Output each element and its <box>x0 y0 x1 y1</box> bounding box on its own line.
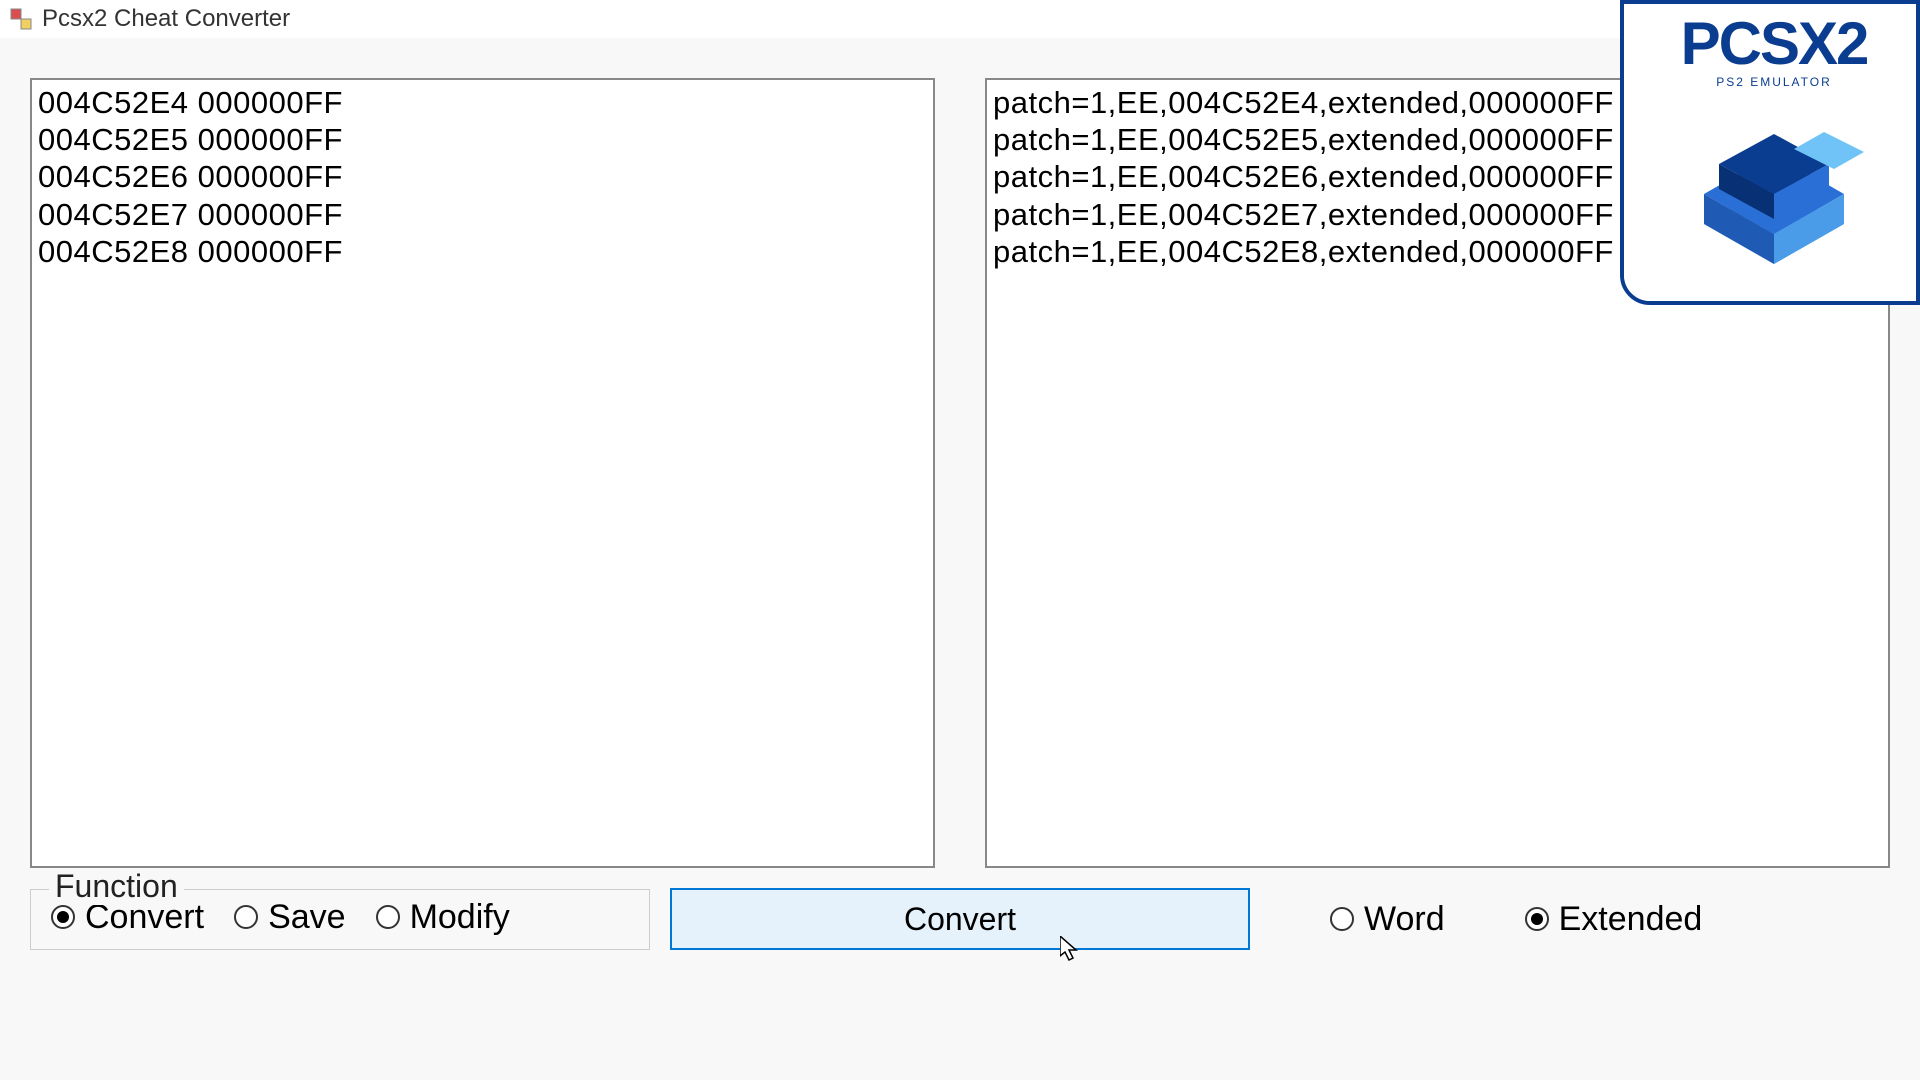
convert-button-label: Convert <box>904 901 1016 938</box>
logo-subtitle: PS2 EMULATOR <box>1716 75 1832 89</box>
convert-button[interactable]: Convert <box>670 888 1250 950</box>
radio-icon <box>51 905 75 929</box>
radio-label: Word <box>1364 900 1445 939</box>
function-radio-save[interactable]: Save <box>234 898 346 937</box>
radio-label: Save <box>268 898 346 937</box>
function-radio-modify[interactable]: Modify <box>376 898 510 937</box>
format-radio-group: Word Extended <box>1330 900 1702 939</box>
radio-icon <box>234 905 258 929</box>
format-radio-extended[interactable]: Extended <box>1525 900 1703 939</box>
radio-label: Modify <box>410 898 510 937</box>
function-label: Function <box>49 868 184 905</box>
pcsx2-logo: PCSX2 PS2 EMULATOR <box>1620 0 1920 305</box>
svg-text:PCSX2: PCSX2 <box>1681 10 1868 77</box>
bottom-bar: Function Convert Save Modify Convert Wor… <box>0 888 1920 950</box>
radio-icon <box>1330 907 1354 931</box>
function-groupbox: Function Convert Save Modify <box>30 889 650 950</box>
format-radio-word[interactable]: Word <box>1330 900 1445 939</box>
app-icon <box>10 8 32 30</box>
radio-icon <box>376 905 400 929</box>
radio-icon <box>1525 907 1549 931</box>
input-textbox[interactable] <box>30 78 935 868</box>
window-title: Pcsx2 Cheat Converter <box>42 5 290 33</box>
radio-label: Extended <box>1559 900 1703 939</box>
